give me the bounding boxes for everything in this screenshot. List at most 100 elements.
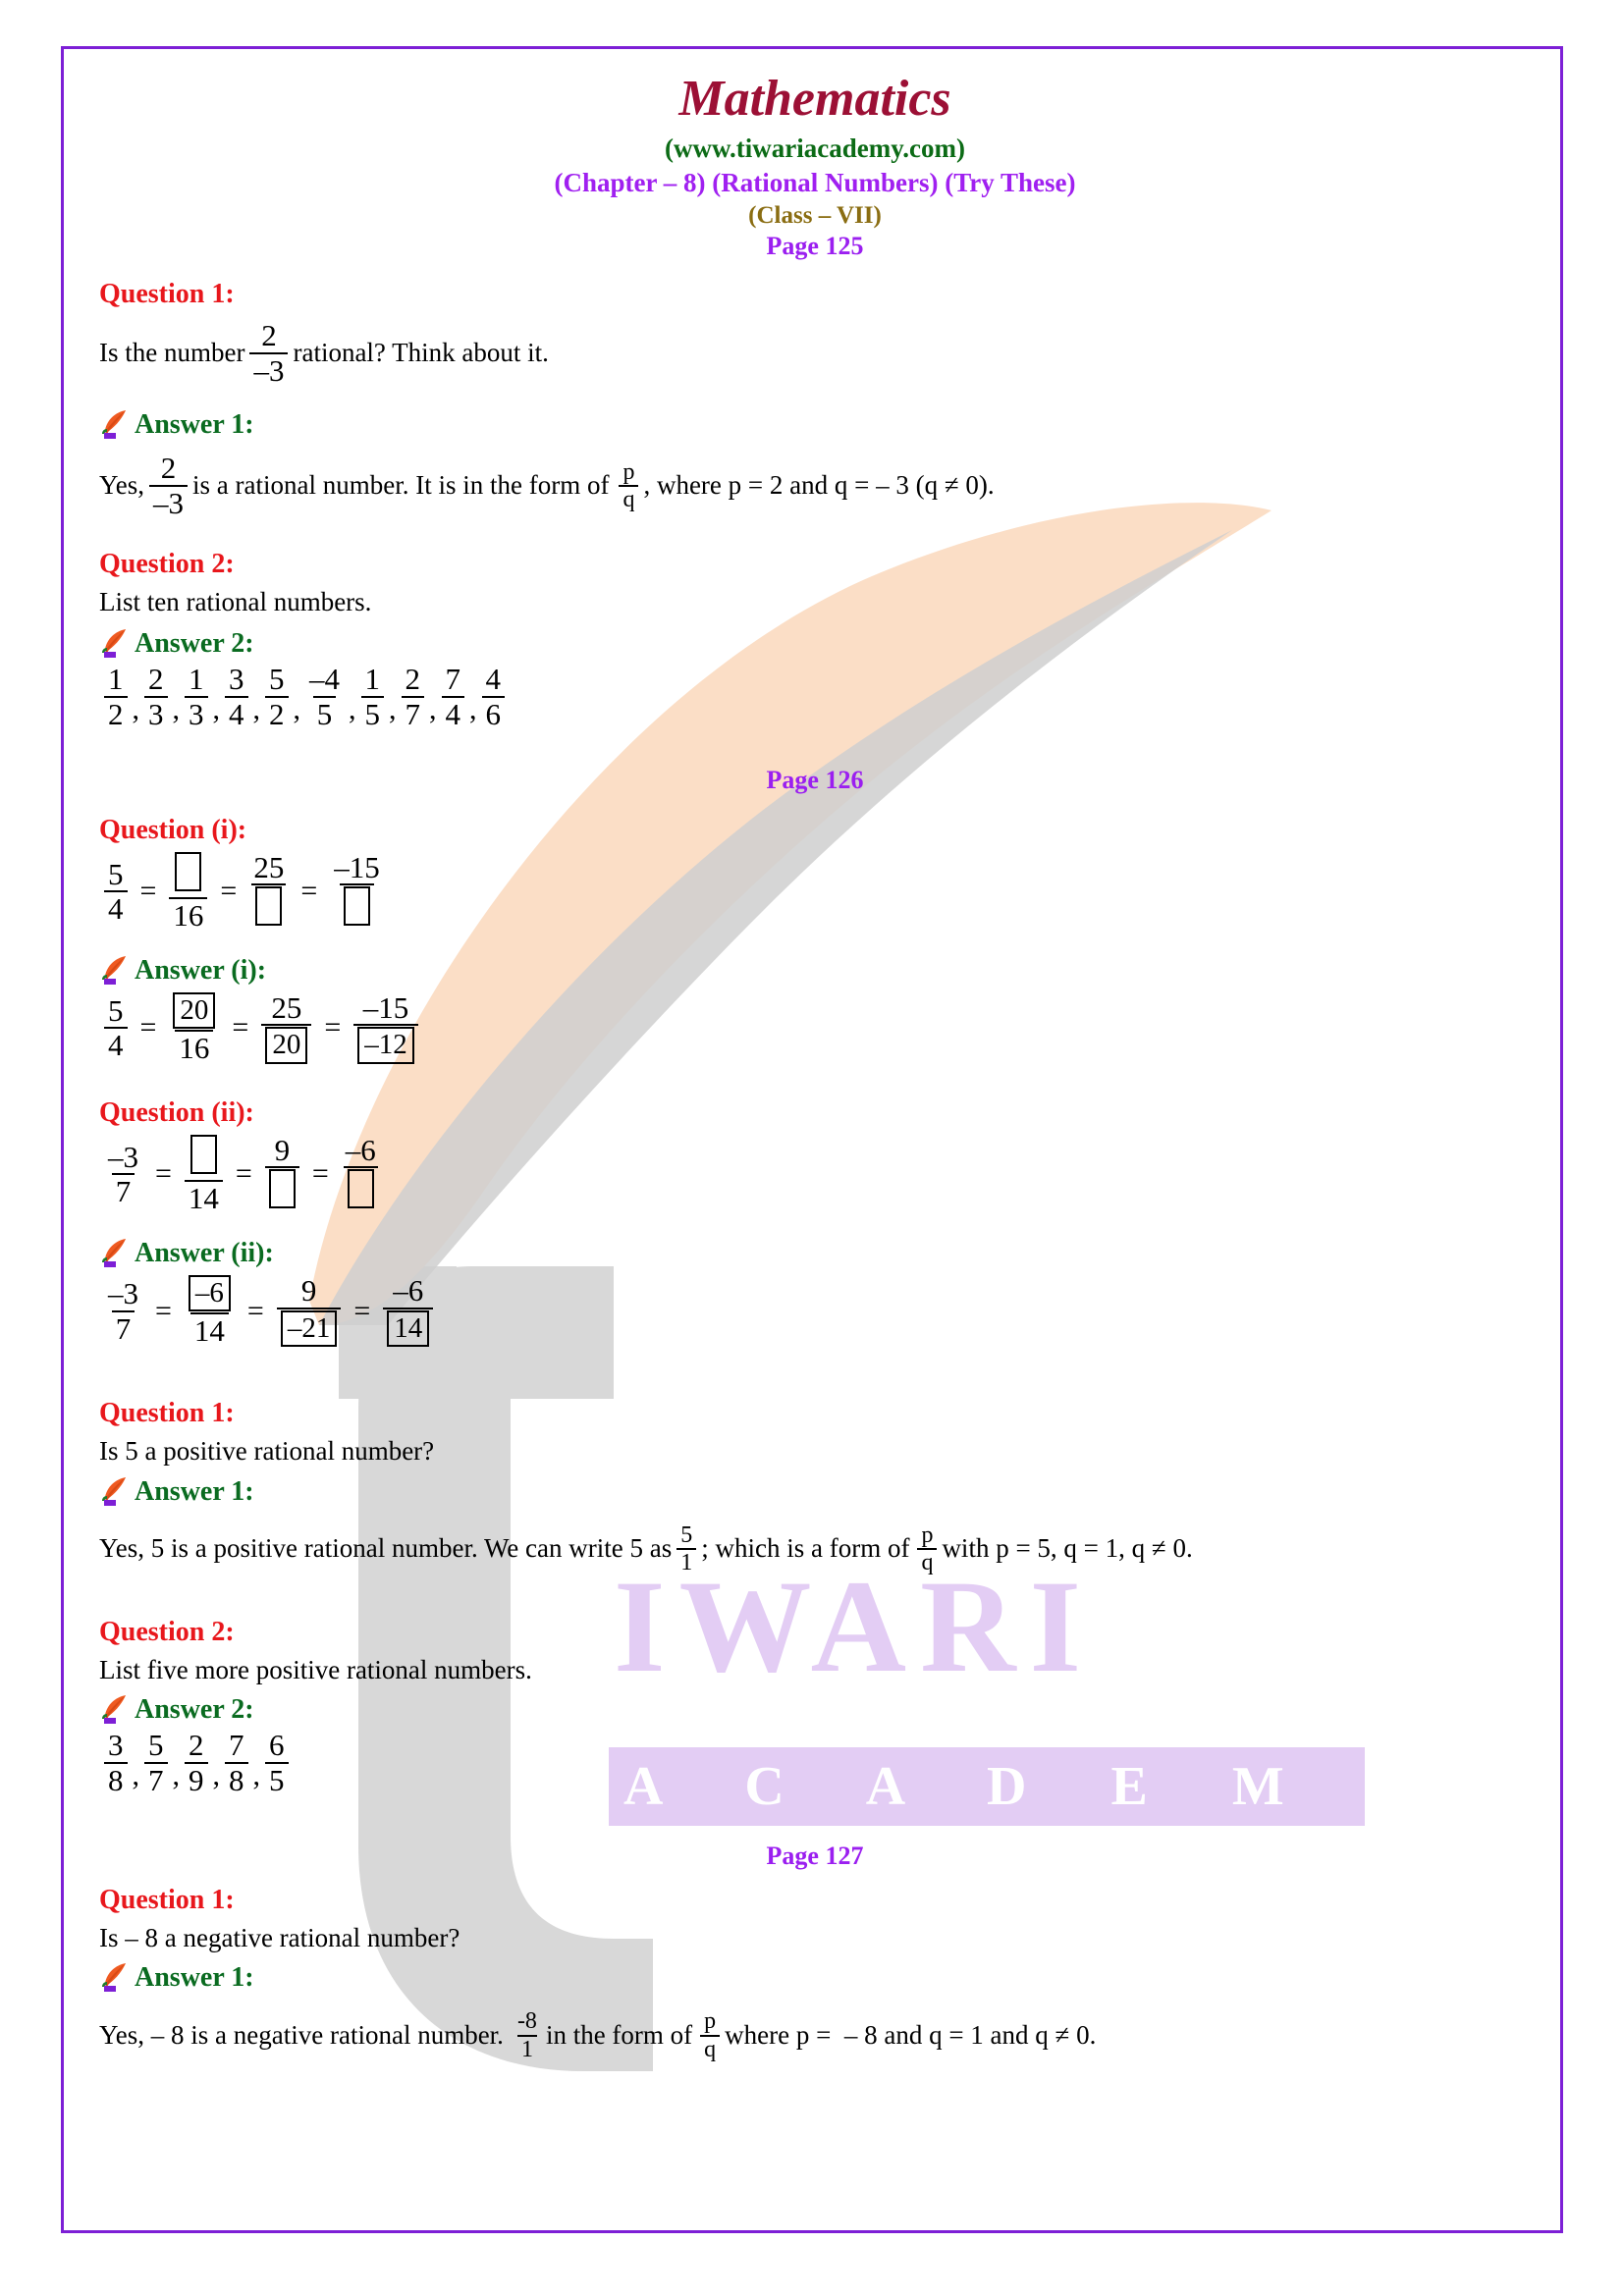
a1-127-fraction-1: -8 1 — [514, 2009, 541, 2061]
fraction-denominator[interactable] — [264, 1166, 299, 1214]
answer-filled-box: 14 — [387, 1309, 430, 1347]
a1-125-text: Yes, 2 –3 is a rational number. It is in… — [99, 453, 1531, 518]
fraction-denominator[interactable] — [340, 883, 375, 932]
fraction-numerator: 5 — [680, 1522, 693, 1548]
ai-126-equation: 5 4 = 20 16 = 25 20 = –15 –12 — [99, 992, 1531, 1064]
fraction: 74 — [441, 662, 464, 729]
fraction-denominator[interactable] — [343, 1166, 378, 1214]
q1-127-heading: Question 1: — [99, 1884, 235, 1915]
fraction-numerator: 1 — [108, 662, 124, 697]
fraction-denominator[interactable]: –21 — [276, 1307, 342, 1347]
fraction: 46 — [481, 664, 505, 729]
fraction-denominator[interactable] — [251, 883, 287, 932]
fraction-denominator[interactable]: 14 — [383, 1307, 434, 1347]
a2-125-heading-row: Answer 2: — [99, 626, 1531, 660]
answer-blank-box[interactable] — [268, 1169, 296, 1209]
fraction-numerator[interactable] — [187, 1134, 221, 1181]
fraction-numerator: –15 — [362, 989, 409, 1025]
fraction: –6 14 — [185, 1275, 235, 1347]
fraction-numerator: 1 — [364, 662, 381, 697]
fraction-denominator[interactable]: –12 — [353, 1024, 418, 1064]
q1-125-heading: Question 1: — [99, 279, 235, 310]
fraction: 25 — [249, 852, 288, 932]
fraction: 52 — [265, 664, 289, 729]
fraction-numerator: –15 — [334, 849, 380, 884]
fraction-numerator: 3 — [229, 662, 244, 697]
fraction-numerator: -8 — [516, 2008, 537, 2035]
q2-126b-text-label: List five more positive rational numbers… — [99, 1654, 532, 1684]
answer-blank-box[interactable] — [347, 1169, 374, 1209]
ai-126-heading: Answer (i): — [135, 954, 267, 986]
list-separator: , — [212, 1758, 221, 1791]
list-separator: , — [469, 692, 477, 725]
list-separator: , — [429, 692, 437, 725]
fraction-denominator: 8 — [104, 1762, 128, 1796]
fraction: –3 7 — [104, 1278, 142, 1344]
tiwari-leaf-icon — [99, 1692, 133, 1726]
a1-125-heading: Answer 1: — [135, 409, 254, 441]
q2-126b-text: List five more positive rational numbers… — [99, 1654, 1531, 1687]
aii-126-heading-row: Answer (ii): — [99, 1236, 1531, 1269]
fraction-denominator: 5 — [360, 696, 384, 730]
answer-blank-box[interactable] — [189, 1134, 217, 1174]
list-separator: , — [132, 1758, 140, 1791]
ai-126-heading-row: Answer (i): — [99, 953, 1531, 987]
answer-blank-box[interactable] — [175, 851, 202, 891]
fraction-numerator: –4 — [309, 662, 340, 697]
equals-sign: = — [139, 875, 157, 908]
fraction: –3 7 — [104, 1142, 142, 1207]
fraction-numerator: 7 — [445, 662, 461, 697]
answer-blank-box[interactable] — [255, 886, 283, 927]
fraction-numerator: p — [704, 2008, 717, 2035]
q1-127-text-label: Is – 8 a negative rational number? — [99, 1922, 460, 1952]
a2-125-heading: Answer 2: — [135, 628, 254, 660]
a1-127-fraction-pq: p q — [700, 2008, 721, 2061]
fraction-numerator[interactable]: 20 — [169, 991, 219, 1030]
fraction-numerator: –6 — [345, 1132, 376, 1167]
fraction-denominator: 4 — [104, 1027, 128, 1061]
q1-125-text-after: rational? Think about it. — [293, 337, 549, 367]
fraction-numerator: 6 — [269, 1728, 285, 1763]
a1-125-heading-row: Answer 1: — [99, 407, 1531, 441]
equals-sign: = — [324, 1011, 342, 1044]
a1-125-fraction-pq: p q — [619, 459, 639, 512]
list-separator: , — [172, 1758, 181, 1791]
fraction-numerator: 25 — [271, 989, 302, 1025]
fraction-numerator: 5 — [148, 1728, 164, 1763]
aii-126-equation: –3 7 = –6 14 = 9 –21 = –6 14 — [99, 1275, 1531, 1347]
fraction: 27 — [401, 664, 424, 729]
a1-127-t2: in the form of — [545, 2019, 693, 2050]
equals-sign: = — [139, 1011, 157, 1044]
fraction-numerator: 2 — [148, 662, 164, 697]
q1-126b-text-label: Is 5 a positive rational number? — [99, 1435, 435, 1466]
fraction-denominator: 3 — [144, 696, 168, 730]
document-content: Mathematics (www.tiwariacademy.com) (Cha… — [64, 49, 1566, 2236]
fraction-denominator: 7 — [111, 1173, 135, 1207]
a1-127-t1: Yes, – 8 is a negative rational number. — [99, 2019, 504, 2050]
answer-blank-box[interactable] — [344, 886, 371, 927]
fraction: 78 — [225, 1730, 248, 1795]
fraction-numerator[interactable]: –6 — [185, 1275, 235, 1312]
fraction-numerator[interactable] — [171, 851, 205, 898]
fraction-numerator: –3 — [108, 1139, 138, 1174]
fraction: 20 16 — [169, 991, 219, 1064]
tiwari-leaf-icon — [99, 1960, 133, 1994]
a1-125-t1: Yes, — [99, 470, 145, 501]
fraction-denominator: 3 — [185, 696, 208, 730]
fraction-denominator[interactable]: 20 — [261, 1024, 312, 1064]
fraction-denominator: 5 — [265, 1762, 289, 1796]
equals-sign: = — [235, 1157, 252, 1191]
fraction-numerator: 2 — [189, 1728, 204, 1763]
fraction: 54 — [104, 995, 128, 1061]
fraction: 12 — [104, 664, 128, 729]
fraction: 15 — [360, 662, 384, 730]
equals-sign: = — [232, 1011, 249, 1044]
q1-127-text: Is – 8 a negative rational number? — [99, 1922, 1531, 1955]
class-line: (Class – VII) — [748, 202, 882, 230]
qii-126-heading: Question (ii): — [99, 1096, 254, 1128]
a1-126b-fraction-1: 5 1 — [676, 1522, 697, 1575]
a2-126b-heading: Answer 2: — [135, 1694, 254, 1726]
fraction: 16 — [169, 851, 208, 932]
tiwari-leaf-icon — [99, 626, 133, 660]
q1-125-fraction: 2 –3 — [249, 320, 289, 386]
